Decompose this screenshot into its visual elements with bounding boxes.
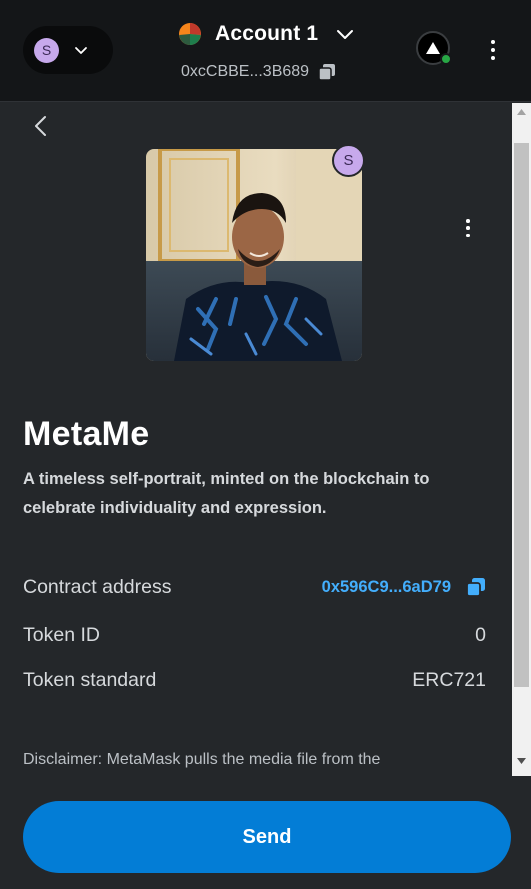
token-id-row: Token ID 0: [23, 621, 486, 649]
account-address: 0xcCBBE...3B689: [181, 63, 310, 80]
copy-icon: [318, 64, 336, 81]
footer: Send: [0, 776, 531, 889]
chevron-down-icon: [337, 30, 354, 39]
scroll-up-icon[interactable]: [516, 108, 527, 116]
nft-description: A timeless self-portrait, minted on the …: [23, 470, 430, 517]
network-picker-button[interactable]: S: [23, 26, 113, 74]
disclaimer-text: Disclaimer: MetaMask pulls the media fil…: [23, 751, 381, 768]
account-menu-button[interactable]: Account 1: [178, 18, 356, 50]
nft-image: [146, 149, 362, 361]
contract-address-label: Contract address: [23, 575, 172, 598]
contract-address-link[interactable]: 0x596C9...6aD79: [322, 577, 486, 597]
account-address-button[interactable]: 0xcCBBE...3B689: [181, 63, 336, 81]
kebab-menu-icon[interactable]: [465, 219, 471, 237]
contract-address-value[interactable]: 0x596C9...6aD79: [322, 578, 451, 597]
token-standard-value: ERC721: [412, 668, 486, 691]
token-id-value: 0: [475, 623, 486, 646]
app-window: S Account 1 0xcCBBE...3B689 S MetaMe A t…: [0, 0, 531, 889]
app-header: S Account 1 0xcCBBE...3B689: [0, 0, 531, 102]
kebab-menu-icon[interactable]: [490, 40, 496, 60]
nft-title: MetaMe: [23, 415, 150, 453]
token-standard-label: Token standard: [23, 668, 157, 691]
scrollbar[interactable]: [512, 103, 531, 776]
connected-site-icon: [426, 42, 440, 54]
chevron-down-icon: [75, 47, 87, 54]
network-avatar: S: [34, 37, 59, 63]
connected-site-button[interactable]: [416, 31, 452, 65]
back-arrow-icon[interactable]: [32, 115, 50, 137]
nft-portrait-image: [146, 149, 362, 361]
fox-icon: [179, 23, 201, 45]
contract-address-row: Contract address 0x596C9...6aD79: [23, 573, 486, 601]
nft-network-badge: S: [332, 144, 365, 177]
nft-details-content: S MetaMe A timeless self-portrait, minte…: [0, 103, 512, 776]
connected-status-dot: [440, 53, 452, 65]
token-standard-row: Token standard ERC721: [23, 666, 486, 694]
send-button[interactable]: Send: [23, 801, 511, 873]
account-name: Account 1: [215, 22, 319, 45]
scroll-down-icon[interactable]: [516, 757, 527, 765]
scroll-thumb[interactable]: [514, 143, 529, 687]
copy-icon[interactable]: [466, 577, 486, 597]
token-id-label: Token ID: [23, 623, 100, 646]
